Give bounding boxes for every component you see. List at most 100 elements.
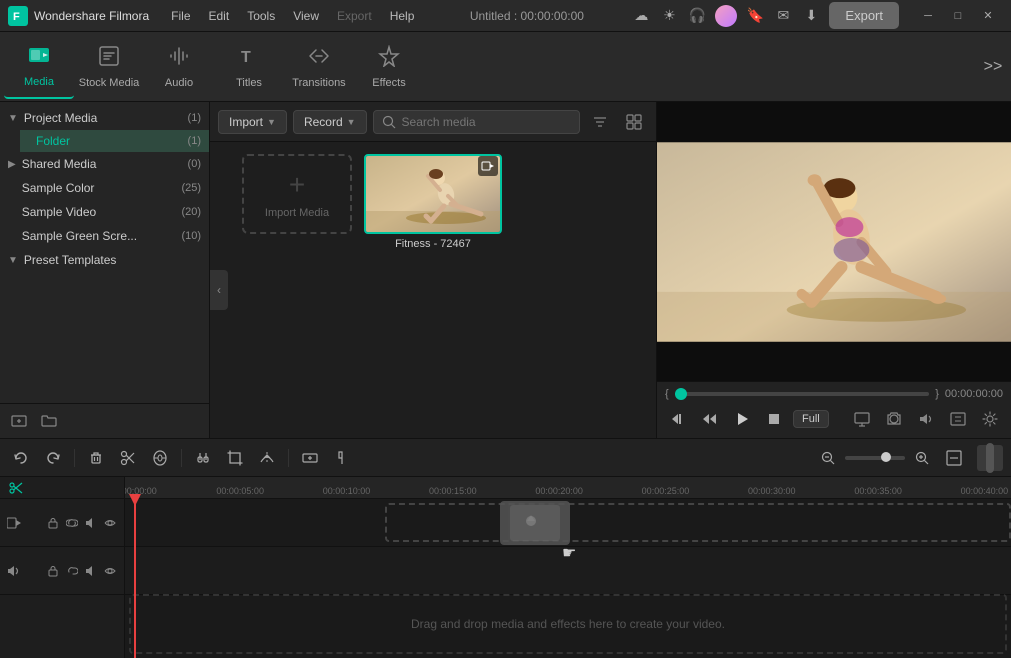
vertical-scroll-icon: [977, 445, 1003, 471]
tree-item-project-media[interactable]: ▼ Project Media (1): [0, 106, 209, 130]
tree-item-folder[interactable]: Folder (1): [20, 130, 209, 152]
speed-button[interactable]: [254, 445, 280, 471]
link-icon[interactable]: [64, 515, 80, 531]
undo-button[interactable]: [8, 445, 34, 471]
menu-help[interactable]: Help: [382, 7, 423, 25]
preview-right-icons: [849, 406, 1003, 432]
lock-icon[interactable]: [45, 515, 61, 531]
grid-icon[interactable]: [620, 108, 648, 136]
preview-progress-track[interactable]: [675, 392, 930, 396]
audio-detach-button[interactable]: [190, 445, 216, 471]
zoom-out-button[interactable]: [815, 445, 841, 471]
mask-button[interactable]: [147, 445, 173, 471]
add-track-button[interactable]: [297, 445, 323, 471]
tree-item-sample-green-screen[interactable]: ▶ Sample Green Scre... (10): [0, 224, 209, 248]
timeline-content: 00:00:00:00 00:00:05:00 00:00:10:00 00:0…: [0, 477, 1011, 658]
menu-file[interactable]: File: [163, 7, 198, 25]
sample-green-screen-label: Sample Green Scre...: [22, 229, 182, 243]
scroll-left-indicator[interactable]: ‹: [210, 270, 228, 310]
zoom-in-button[interactable]: [909, 445, 935, 471]
cloud-icon[interactable]: ☁: [631, 6, 651, 26]
media-grid: ‹ + Import Media: [210, 142, 656, 438]
visibility-icon[interactable]: [102, 515, 118, 531]
tab-media[interactable]: Media: [4, 35, 74, 99]
import-media-placeholder[interactable]: + Import Media: [242, 154, 352, 234]
ruler-header: [0, 477, 124, 499]
audio-visibility-icon[interactable]: [102, 563, 118, 579]
dragging-media-thumb: [500, 501, 570, 545]
import-button[interactable]: Import ▼: [218, 110, 287, 134]
sun-icon[interactable]: ☀: [659, 6, 679, 26]
tab-titles[interactable]: T Titles: [214, 35, 284, 99]
title-bar: F Wondershare Filmora File Edit Tools Vi…: [0, 0, 1011, 32]
download-icon[interactable]: ⬇: [801, 6, 821, 26]
tab-effects[interactable]: Effects: [354, 35, 424, 99]
tab-stock-media[interactable]: Stock Media: [74, 35, 144, 99]
preview-screen-icon[interactable]: [849, 406, 875, 432]
audio-mute-icon[interactable]: [83, 563, 99, 579]
playhead[interactable]: [134, 499, 136, 658]
menu-view[interactable]: View: [285, 7, 327, 25]
redo-button[interactable]: [40, 445, 66, 471]
import-label: Import: [229, 115, 263, 129]
rewind-button[interactable]: [665, 406, 691, 432]
tree-item-preset-templates[interactable]: ▼ Preset Templates: [0, 248, 209, 272]
menu-edit[interactable]: Edit: [201, 7, 238, 25]
headphones-icon[interactable]: 🎧: [687, 6, 707, 26]
search-input[interactable]: [402, 115, 571, 129]
audio-track-icon: [6, 563, 22, 579]
arrow-down-icon: ▼: [8, 113, 18, 124]
video-track-icon: [6, 515, 22, 531]
close-button[interactable]: ✕: [973, 5, 1003, 27]
record-button[interactable]: Record ▼: [293, 110, 367, 134]
export-button[interactable]: Export: [829, 2, 899, 29]
scissor-icon[interactable]: [8, 480, 24, 496]
minimize-button[interactable]: ─: [913, 5, 943, 27]
preview-snapshot-icon[interactable]: [881, 406, 907, 432]
menu-export[interactable]: Export: [329, 7, 380, 25]
toolbar-expand-button[interactable]: >>: [979, 53, 1007, 81]
audio-link-icon[interactable]: [64, 563, 80, 579]
video-track-icons: [45, 515, 118, 531]
mute-icon[interactable]: [83, 515, 99, 531]
plus-icon: +: [289, 169, 305, 201]
timeline-ruler-area: 00:00:00:00 00:00:05:00 00:00:10:00 00:0…: [125, 477, 1011, 658]
zoom-slider[interactable]: [845, 456, 905, 460]
preview-volume-icon[interactable]: [913, 406, 939, 432]
marker-button[interactable]: [329, 445, 355, 471]
play-button[interactable]: [729, 406, 755, 432]
tree-item-sample-color[interactable]: ▶ Sample Color (25): [0, 176, 209, 200]
fit-timeline-icon[interactable]: [941, 445, 967, 471]
preview-more-icon[interactable]: [945, 406, 971, 432]
main-area: ▼ Project Media (1) Folder (1) ▶ Shared …: [0, 102, 1011, 438]
preview-progress-thumb[interactable]: [675, 388, 687, 400]
project-media-label: Project Media: [24, 111, 188, 125]
folder-icon[interactable]: [38, 410, 60, 432]
media-item-fitness[interactable]: Fitness - 72467: [364, 154, 502, 250]
cut-button[interactable]: [115, 445, 141, 471]
tree-item-sample-video[interactable]: ▶ Sample Video (20): [0, 200, 209, 224]
drop-zone[interactable]: [385, 503, 1011, 542]
filter-icon[interactable]: [586, 108, 614, 136]
bookmark-icon[interactable]: 🔖: [745, 6, 765, 26]
preview-settings-icon[interactable]: [977, 406, 1003, 432]
drop-zone-bottom[interactable]: Drag and drop media and effects here to …: [129, 594, 1007, 654]
avatar[interactable]: [715, 5, 737, 27]
audio-lock-icon[interactable]: [45, 563, 61, 579]
delete-button[interactable]: [83, 445, 109, 471]
preview-time-right: }: [935, 388, 939, 400]
quality-selector[interactable]: Full: [793, 410, 829, 428]
maximize-button[interactable]: □: [943, 5, 973, 27]
svg-text:T: T: [241, 49, 251, 66]
zoom-slider-thumb[interactable]: [881, 452, 891, 462]
step-back-button[interactable]: [697, 406, 723, 432]
tree-item-shared-media[interactable]: ▶ Shared Media (0): [0, 152, 209, 176]
timeline-ruler: 00:00:00:00 00:00:05:00 00:00:10:00 00:0…: [125, 477, 1011, 499]
tab-audio[interactable]: Audio: [144, 35, 214, 99]
add-track-icon[interactable]: [8, 410, 30, 432]
menu-tools[interactable]: Tools: [239, 7, 283, 25]
stop-button[interactable]: [761, 406, 787, 432]
mail-icon[interactable]: ✉: [773, 6, 793, 26]
tab-transitions[interactable]: Transitions: [284, 35, 354, 99]
crop-button[interactable]: [222, 445, 248, 471]
